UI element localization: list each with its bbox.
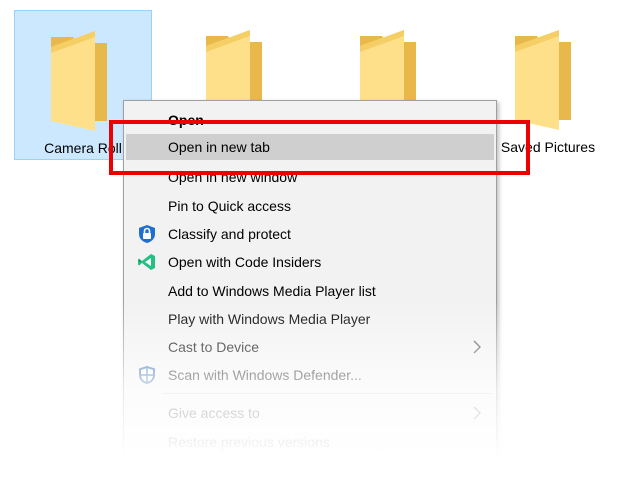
menu-separator: [162, 393, 492, 394]
menu-item-play-with-wmp[interactable]: Play with Windows Media Player: [126, 306, 494, 332]
menu-item-classify-and-protect[interactable]: Classify and protect: [126, 221, 494, 247]
context-menu: Open Open in new tab Open in new window …: [123, 100, 497, 498]
menu-item-label: Restore previous versions: [168, 434, 330, 450]
menu-item-label: Give access to: [168, 405, 260, 421]
folder-icon: [51, 31, 107, 131]
menu-item-label: Add to Windows Media Player list: [168, 283, 376, 299]
menu-item-label: Open in new window: [168, 169, 298, 185]
menu-item-open-in-new-tab[interactable]: Open in new tab: [126, 134, 494, 160]
menu-item-pin-to-quick-access[interactable]: Pin to Quick access: [126, 193, 494, 219]
menu-item-cast-to-device[interactable]: Cast to Device: [126, 334, 494, 360]
menu-item-label: Open in new tab: [168, 139, 270, 155]
vscode-insiders-icon: [138, 254, 155, 270]
chevron-right-icon: [473, 406, 481, 420]
menu-item-label: Scan with Windows Defender...: [168, 367, 362, 383]
menu-item-label: Cast to Device: [168, 339, 260, 355]
menu-item-open-with-code-insiders[interactable]: Open with Code Insiders: [126, 249, 494, 275]
folder-saved-pictures[interactable]: Saved Pictures: [479, 10, 617, 160]
lock-shield-icon: [139, 225, 155, 243]
menu-item-restore-previous-versions[interactable]: Restore previous versions: [126, 429, 494, 455]
menu-item-open[interactable]: Open: [126, 107, 494, 133]
menu-item-scan-with-defender[interactable]: Scan with Windows Defender...: [126, 362, 494, 388]
chevron-right-icon: [473, 340, 481, 354]
folder-icon: [515, 30, 571, 130]
menu-item-label: Classify and protect: [168, 226, 291, 242]
menu-item-label: Play with Windows Media Player: [168, 311, 371, 327]
menu-item-give-access-to[interactable]: Give access to: [126, 400, 494, 426]
menu-item-label: Open: [168, 112, 204, 128]
folder-label: Saved Pictures: [500, 139, 596, 155]
file-explorer-view: Camera Roll Saved Pictures Open Open in …: [0, 0, 624, 498]
menu-item-label: Pin to Quick access: [168, 198, 291, 214]
defender-shield-icon: [139, 366, 155, 384]
menu-item-open-in-new-window[interactable]: Open in new window: [126, 164, 494, 190]
menu-item-label: Open with Code Insiders: [168, 254, 322, 270]
menu-item-add-to-wmp-list[interactable]: Add to Windows Media Player list: [126, 278, 494, 304]
